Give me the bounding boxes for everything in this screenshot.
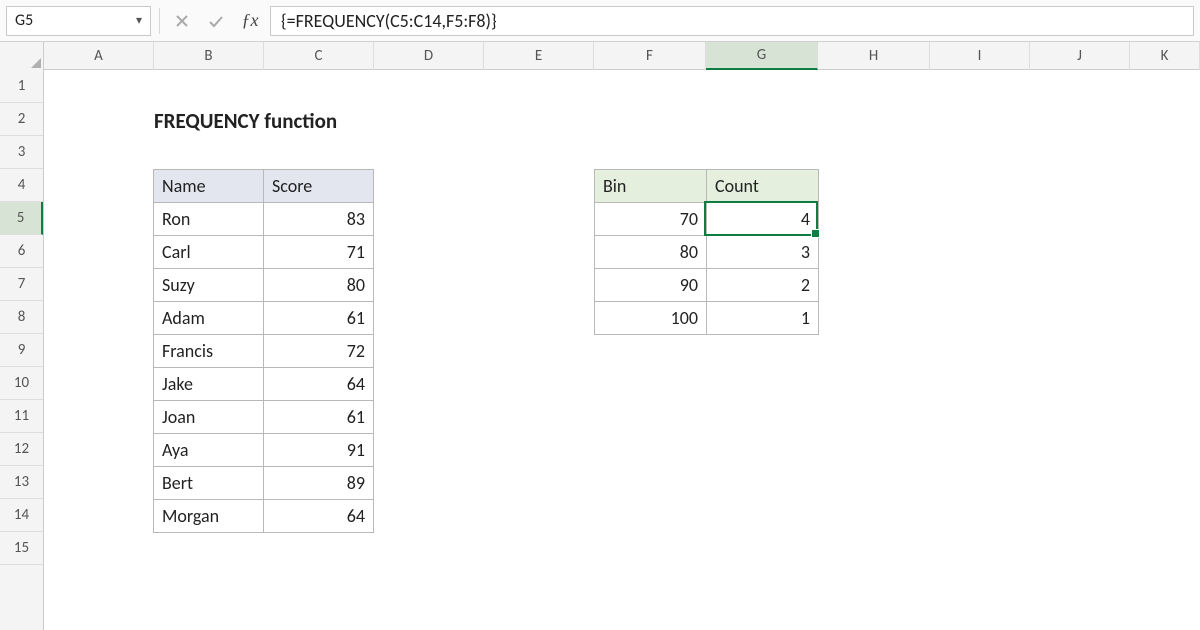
score-cell[interactable]: 64 xyxy=(264,368,374,401)
overlay: FREQUENCY function Name Score Ron83Carl7… xyxy=(44,70,1200,630)
col-header-A[interactable]: A xyxy=(44,42,154,70)
col-header-B[interactable]: B xyxy=(154,42,264,70)
table-row: Morgan64 xyxy=(154,500,374,533)
page-title: FREQUENCY function xyxy=(154,108,337,134)
col-header-J[interactable]: J xyxy=(1030,42,1130,70)
row-header-9[interactable]: 9 xyxy=(0,334,43,367)
bin-cell[interactable]: 100 xyxy=(595,302,707,335)
bin-cell[interactable]: 80 xyxy=(595,236,707,269)
row-header-3[interactable]: 3 xyxy=(0,136,43,169)
count-cell[interactable]: 4 xyxy=(707,203,819,236)
enter-formula-button[interactable] xyxy=(202,7,230,35)
scores-header-score: Score xyxy=(264,170,374,203)
row-header-14[interactable]: 14 xyxy=(0,499,43,532)
row-header-5[interactable]: 5 xyxy=(0,202,43,235)
grid-body: 123456789101112131415 FREQUENCY function… xyxy=(0,70,1200,630)
bin-cell[interactable]: 90 xyxy=(595,269,707,302)
name-cell[interactable]: Joan xyxy=(154,401,264,434)
freq-header-bin: Bin xyxy=(595,170,707,203)
select-all-corner[interactable] xyxy=(0,42,44,70)
divider xyxy=(159,8,160,34)
column-headers: ABCDEFGHIJK xyxy=(0,42,1200,70)
x-icon xyxy=(175,14,189,28)
table-row: 704 xyxy=(595,203,819,236)
row-header-15[interactable]: 15 xyxy=(0,532,43,565)
table-row: 803 xyxy=(595,236,819,269)
score-cell[interactable]: 91 xyxy=(264,434,374,467)
name-cell[interactable]: Aya xyxy=(154,434,264,467)
name-cell[interactable]: Jake xyxy=(154,368,264,401)
table-row: Francis72 xyxy=(154,335,374,368)
row-header-6[interactable]: 6 xyxy=(0,235,43,268)
row-header-7[interactable]: 7 xyxy=(0,268,43,301)
table-row: 902 xyxy=(595,269,819,302)
score-cell[interactable]: 71 xyxy=(264,236,374,269)
table-row: Carl71 xyxy=(154,236,374,269)
check-icon xyxy=(208,14,224,28)
col-header-D[interactable]: D xyxy=(374,42,484,70)
score-cell[interactable]: 64 xyxy=(264,500,374,533)
cells-area[interactable]: FREQUENCY function Name Score Ron83Carl7… xyxy=(44,70,1200,630)
freq-header-count: Count xyxy=(707,170,819,203)
worksheet: ABCDEFGHIJK 123456789101112131415 FREQUE… xyxy=(0,42,1200,630)
col-header-G[interactable]: G xyxy=(706,42,818,70)
count-cell[interactable]: 1 xyxy=(707,302,819,335)
col-header-H[interactable]: H xyxy=(818,42,930,70)
score-cell[interactable]: 61 xyxy=(264,302,374,335)
score-cell[interactable]: 61 xyxy=(264,401,374,434)
col-header-K[interactable]: K xyxy=(1130,42,1200,70)
formula-input[interactable]: {=FREQUENCY(C5:C14,F5:F8)} xyxy=(270,6,1194,36)
name-cell[interactable]: Bert xyxy=(154,467,264,500)
score-cell[interactable]: 80 xyxy=(264,269,374,302)
name-cell[interactable]: Morgan xyxy=(154,500,264,533)
col-header-C[interactable]: C xyxy=(264,42,374,70)
row-header-2[interactable]: 2 xyxy=(0,103,43,136)
table-row: Bert89 xyxy=(154,467,374,500)
col-header-F[interactable]: F xyxy=(594,42,706,70)
table-row: Joan61 xyxy=(154,401,374,434)
name-box[interactable]: G5 ▾ xyxy=(6,6,151,36)
score-cell[interactable]: 72 xyxy=(264,335,374,368)
score-cell[interactable]: 83 xyxy=(264,203,374,236)
count-cell[interactable]: 2 xyxy=(707,269,819,302)
chevron-down-icon[interactable]: ▾ xyxy=(136,13,142,28)
row-header-10[interactable]: 10 xyxy=(0,367,43,400)
frequency-table: Bin Count 7048039021001 xyxy=(594,169,819,335)
table-row: Ron83 xyxy=(154,203,374,236)
bin-cell[interactable]: 70 xyxy=(595,203,707,236)
col-header-I[interactable]: I xyxy=(930,42,1030,70)
name-box-value: G5 xyxy=(15,11,33,30)
name-cell[interactable]: Suzy xyxy=(154,269,264,302)
col-header-E[interactable]: E xyxy=(484,42,594,70)
row-headers: 123456789101112131415 xyxy=(0,70,44,630)
count-cell[interactable]: 3 xyxy=(707,236,819,269)
score-cell[interactable]: 89 xyxy=(264,467,374,500)
table-row: 1001 xyxy=(595,302,819,335)
formula-bar: G5 ▾ ƒx {=FREQUENCY(C5:C14,F5:F8)} xyxy=(0,0,1200,42)
name-cell[interactable]: Ron xyxy=(154,203,264,236)
scores-header-name: Name xyxy=(154,170,264,203)
row-header-11[interactable]: 11 xyxy=(0,400,43,433)
insert-function-button[interactable]: ƒx xyxy=(236,7,264,35)
cancel-formula-button[interactable] xyxy=(168,7,196,35)
name-cell[interactable]: Francis xyxy=(154,335,264,368)
row-header-1[interactable]: 1 xyxy=(0,70,43,103)
row-header-13[interactable]: 13 xyxy=(0,466,43,499)
table-row: Jake64 xyxy=(154,368,374,401)
scores-table: Name Score Ron83Carl71Suzy80Adam61Franci… xyxy=(153,169,374,533)
table-row: Adam61 xyxy=(154,302,374,335)
row-header-8[interactable]: 8 xyxy=(0,301,43,334)
row-header-12[interactable]: 12 xyxy=(0,433,43,466)
table-row: Aya91 xyxy=(154,434,374,467)
name-cell[interactable]: Adam xyxy=(154,302,264,335)
table-row: Suzy80 xyxy=(154,269,374,302)
row-header-4[interactable]: 4 xyxy=(0,169,43,202)
formula-text: {=FREQUENCY(C5:C14,F5:F8)} xyxy=(281,10,497,32)
name-cell[interactable]: Carl xyxy=(154,236,264,269)
